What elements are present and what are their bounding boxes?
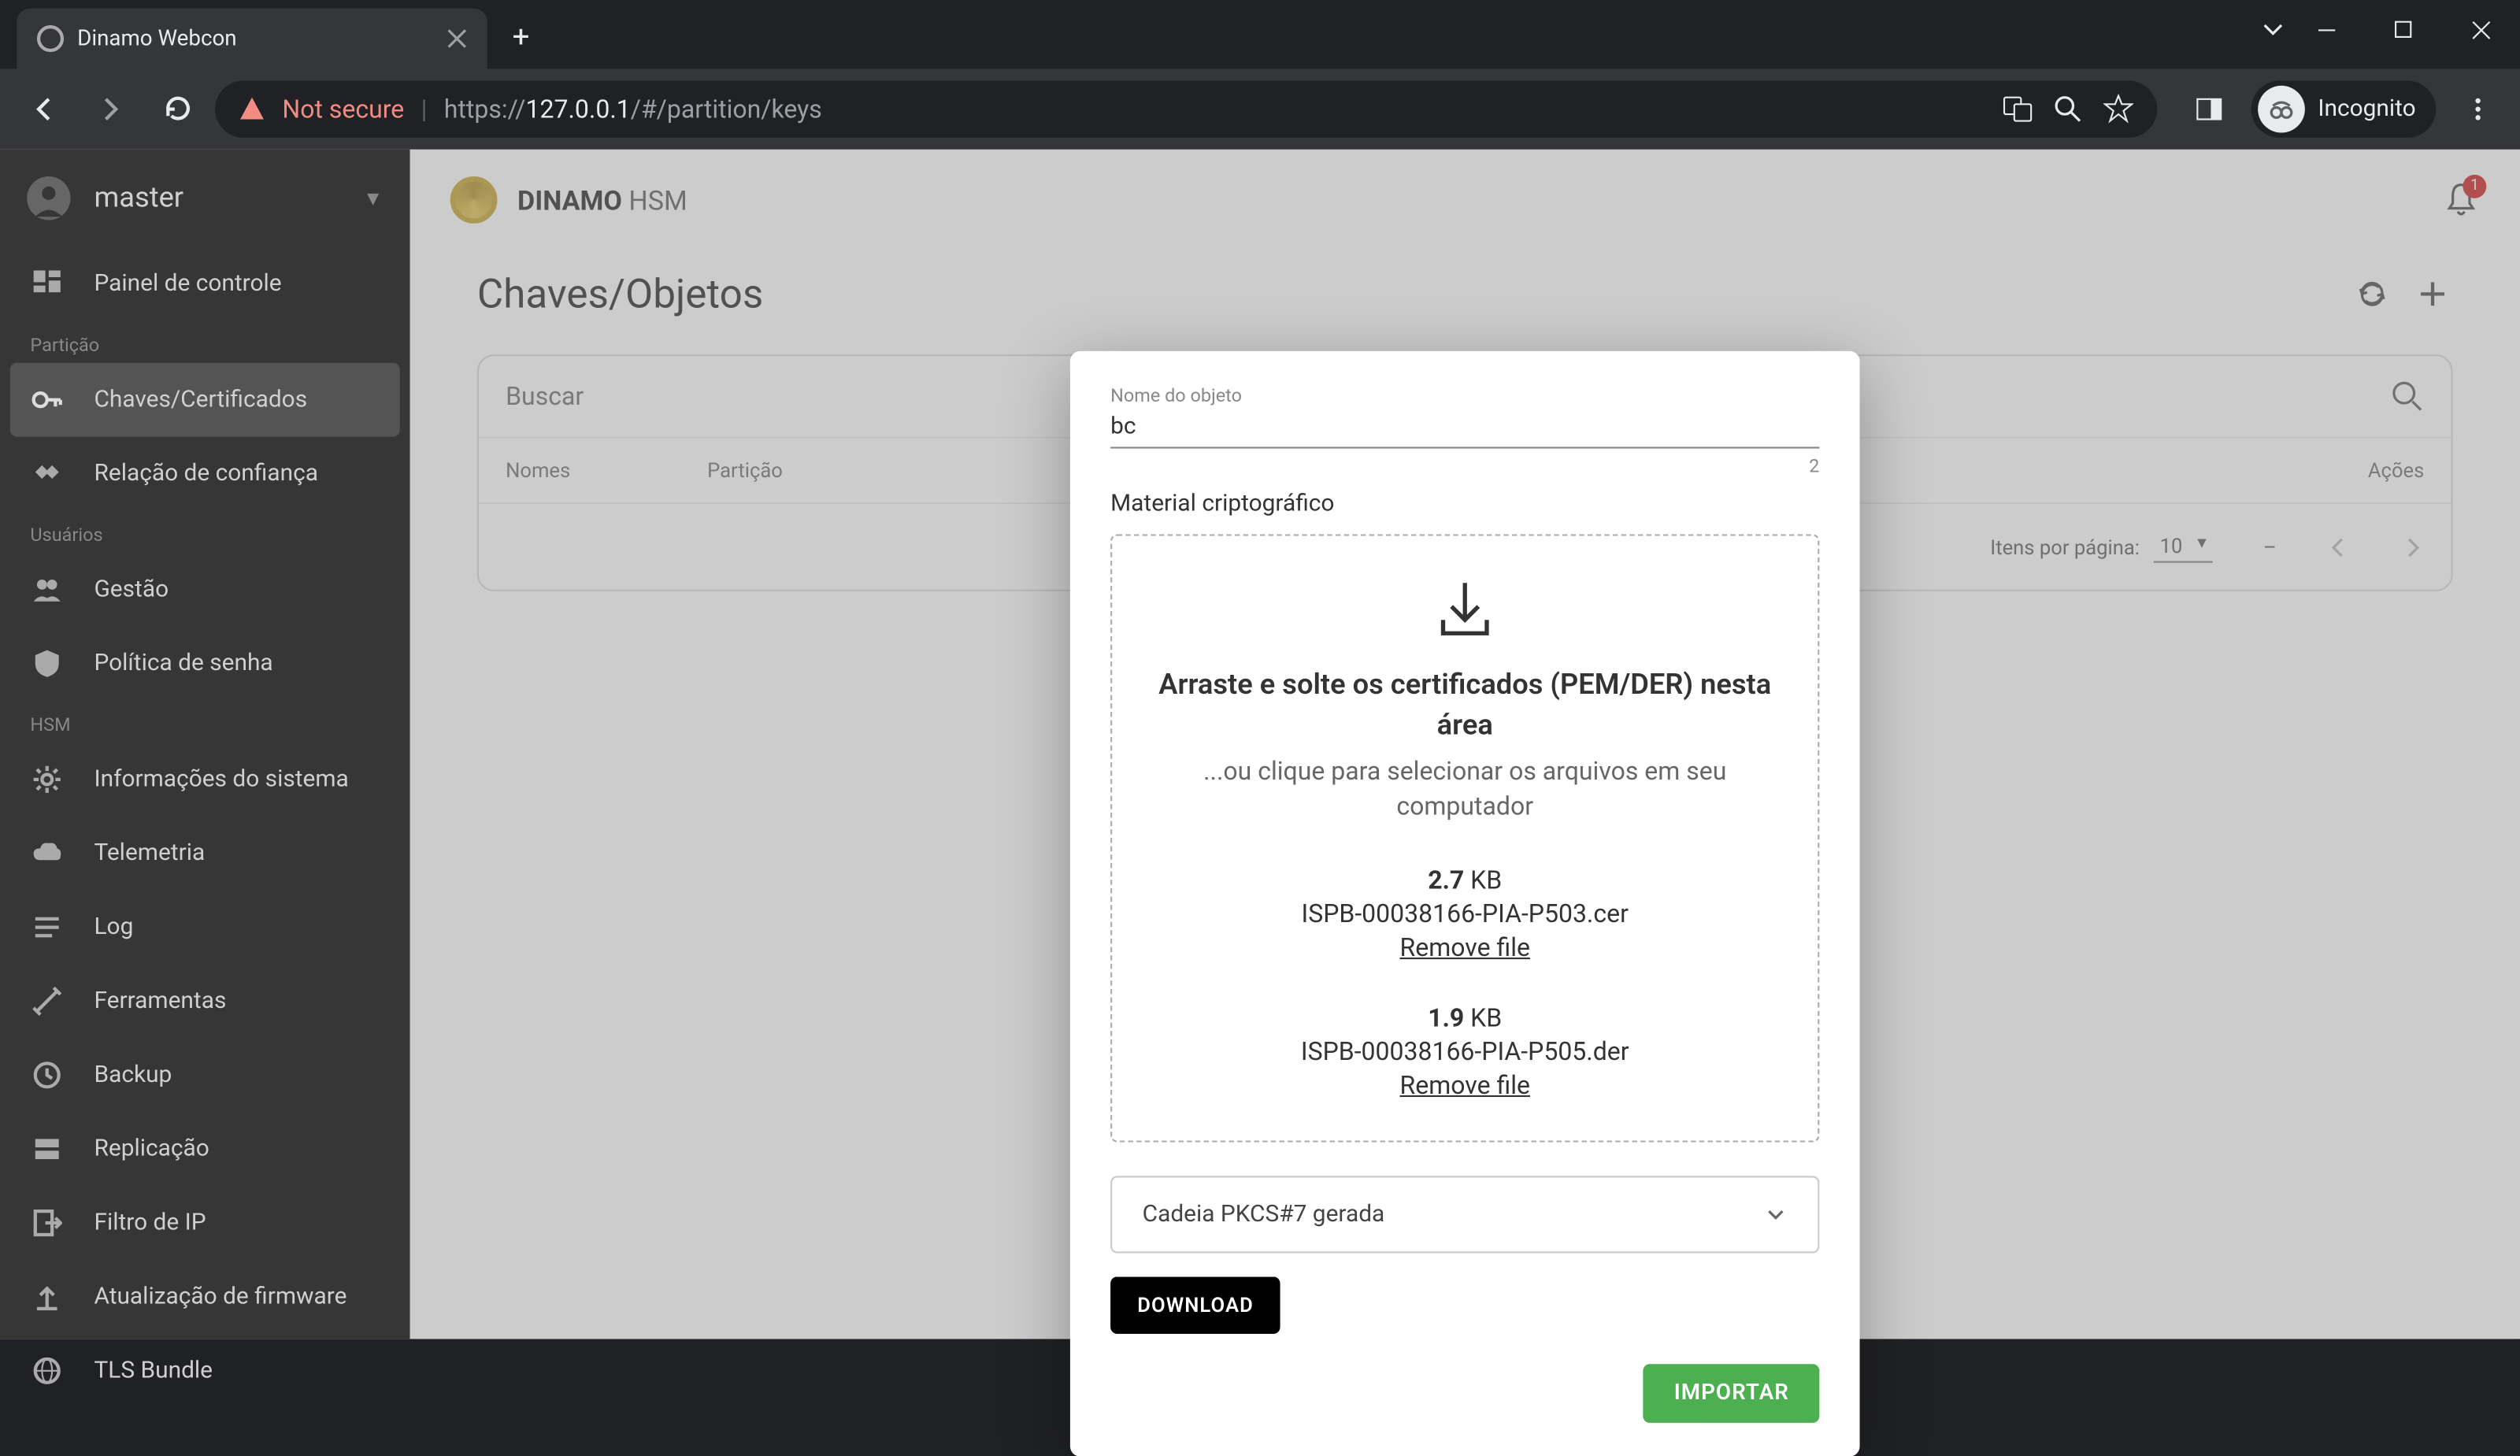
import-modal: Nome do objeto 2 Material criptográfico … (1070, 351, 1860, 1456)
file-size: 1.9 KB (1146, 1002, 1784, 1032)
globe-icon (30, 1354, 64, 1387)
remove-file-link[interactable]: Remove file (1146, 1069, 1784, 1099)
material-label: Material criptográfico (1110, 491, 1819, 517)
shield-icon (30, 646, 64, 680)
incognito-icon (2258, 86, 2305, 133)
sidebar-item-label: Replicação (94, 1136, 209, 1162)
sidebar-item-label: Chaves/Certificados (94, 387, 307, 413)
file-name: ISPB-00038166-PIA-P503.cer (1146, 898, 1784, 928)
sidebar-item-label: Filtro de IP (94, 1210, 206, 1236)
minimize-button[interactable] (2288, 0, 2366, 61)
sidebar-item-label: Atualização de firmware (94, 1284, 346, 1310)
tab-title: Dinamo Webcon (77, 26, 236, 51)
accordion-label: Cadeia PKCS#7 gerada (1143, 1200, 1385, 1227)
sidebar-item-label: Painel de controle (94, 270, 281, 297)
favicon-icon (37, 25, 64, 52)
sidebar-item-tls[interactable]: TLS Bundle (0, 1334, 410, 1408)
user-icon (27, 176, 70, 220)
pkcs7-accordion[interactable]: Cadeia PKCS#7 gerada (1110, 1175, 1819, 1252)
incognito-badge[interactable]: Incognito (2251, 80, 2436, 138)
sidebar-item-keys[interactable]: Chaves/Certificados (10, 363, 400, 437)
cloud-icon (30, 836, 64, 870)
sidebar-item-trust[interactable]: Relação de confiança (0, 437, 410, 511)
bookmark-icon[interactable] (2103, 94, 2133, 124)
object-name-input[interactable] (1110, 406, 1819, 448)
history-icon (30, 1058, 64, 1092)
address-bar[interactable]: Not secure | https://127.0.0.1/#/partiti… (215, 80, 2156, 138)
file-item: 1.9 KB ISPB-00038166-PIA-P505.der Remove… (1146, 1002, 1784, 1100)
translate-icon[interactable] (2002, 94, 2032, 124)
users-icon (30, 572, 64, 606)
download-icon (1429, 576, 1500, 647)
sidebar-item-log[interactable]: Log (0, 891, 410, 965)
close-window-button[interactable] (2443, 0, 2520, 61)
object-name-label: Nome do objeto (1110, 385, 1819, 407)
new-tab-button[interactable]: + (513, 20, 530, 56)
sidebar-item-dashboard[interactable]: Painel de controle (0, 247, 410, 321)
forward-button[interactable] (80, 79, 141, 139)
maximize-button[interactable] (2366, 0, 2443, 61)
incognito-label: Incognito (2318, 96, 2415, 123)
sidebar-item-ip-filter[interactable]: Filtro de IP (0, 1186, 410, 1260)
browser-tab[interactable]: Dinamo Webcon (17, 9, 487, 69)
exit-icon (30, 1206, 64, 1240)
sidebar-item-label: TLS Bundle (94, 1358, 213, 1384)
sidebar-item-users[interactable]: Gestão (0, 553, 410, 627)
dropzone[interactable]: Arraste e solte os certificados (PEM/DER… (1110, 534, 1819, 1141)
upload-icon (30, 1280, 64, 1314)
sidebar-item-label: Política de senha (94, 650, 272, 677)
zoom-icon[interactable] (2052, 94, 2082, 124)
close-tab-icon[interactable] (447, 28, 467, 49)
section-hsm: HSM (0, 701, 410, 743)
file-name: ISPB-00038166-PIA-P505.der (1146, 1036, 1784, 1065)
file-size: 2.7 KB (1146, 865, 1784, 895)
sidebar-item-label: Telemetria (94, 840, 205, 867)
tools-icon (30, 984, 64, 1018)
chevron-down-icon (1764, 1202, 1788, 1226)
chevron-down-icon: ▼ (363, 187, 383, 210)
import-button[interactable]: IMPORTAR (1644, 1363, 1819, 1422)
side-panel-icon[interactable] (2180, 80, 2237, 138)
tab-list-dropdown-icon[interactable] (2261, 17, 2285, 40)
warning-icon (239, 96, 265, 123)
user-menu[interactable]: master ▼ (0, 150, 410, 247)
url-text: https://127.0.0.1/#/partition/keys (444, 94, 822, 124)
sidebar-item-label: Informações do sistema (94, 766, 348, 793)
sidebar-item-system-info[interactable]: Informações do sistema (0, 743, 410, 817)
menu-icon[interactable] (2449, 80, 2507, 138)
sidebar-item-label: Log (94, 914, 133, 941)
sidebar-item-telemetry[interactable]: Telemetria (0, 817, 410, 891)
file-item: 2.7 KB ISPB-00038166-PIA-P503.cer Remove… (1146, 865, 1784, 962)
dropzone-title: Arraste e solte os certificados (PEM/DER… (1146, 667, 1784, 747)
section-usuarios: Usuários (0, 511, 410, 553)
server-icon (30, 1132, 64, 1166)
dropzone-subtitle: ...ou clique para selecionar os arquivos… (1146, 754, 1784, 824)
sidebar-item-label: Backup (94, 1061, 172, 1088)
sidebar-item-firmware[interactable]: Atualização de firmware (0, 1260, 410, 1334)
gear-icon (30, 763, 64, 797)
download-button[interactable]: DOWNLOAD (1110, 1276, 1280, 1333)
handshake-icon (30, 457, 64, 491)
sidebar: master ▼ Painel de controle Partição Cha… (0, 150, 410, 1339)
sidebar-item-label: Relação de confiança (94, 461, 317, 487)
security-status: Not secure (282, 94, 404, 124)
user-name: master (94, 181, 339, 215)
dashboard-icon (30, 267, 64, 301)
section-particao: Partição (0, 320, 410, 362)
object-name-counter: 2 (1110, 455, 1819, 477)
sidebar-item-backup[interactable]: Backup (0, 1038, 410, 1112)
sidebar-item-label: Ferramentas (94, 987, 226, 1014)
sidebar-item-tools[interactable]: Ferramentas (0, 965, 410, 1039)
list-icon (30, 910, 64, 944)
back-button[interactable] (13, 79, 74, 139)
reload-button[interactable] (148, 79, 209, 139)
remove-file-link[interactable]: Remove file (1146, 932, 1784, 961)
sidebar-item-label: Gestão (94, 576, 169, 603)
sidebar-item-password-policy[interactable]: Política de senha (0, 627, 410, 701)
key-icon (30, 383, 64, 417)
sidebar-item-replication[interactable]: Replicação (0, 1112, 410, 1186)
